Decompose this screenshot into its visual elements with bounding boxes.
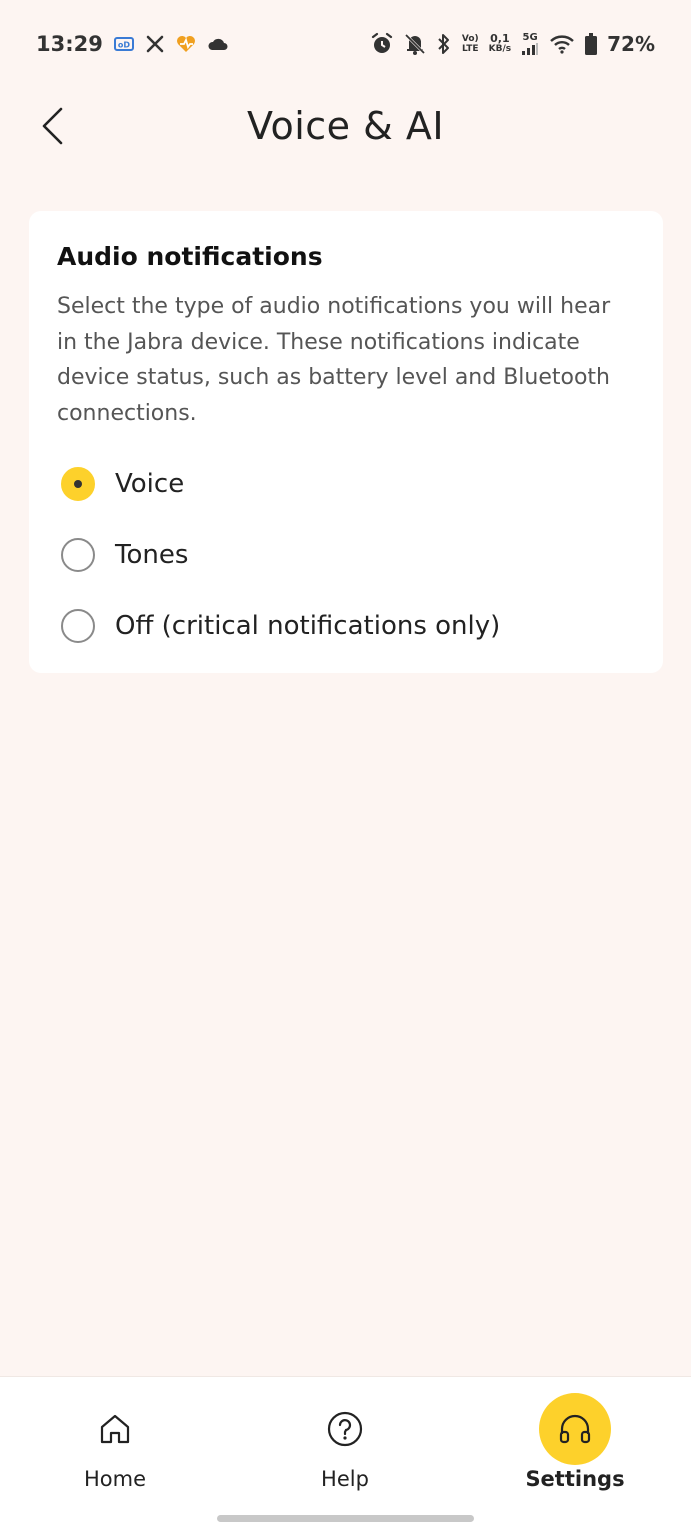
x-app-icon xyxy=(145,34,165,54)
network-speed: 0,1 KB/s xyxy=(488,32,512,54)
radio-dot xyxy=(74,479,82,488)
alarm-icon xyxy=(370,32,394,56)
chevron-left-icon xyxy=(42,107,63,145)
card-title: Audio notifications xyxy=(57,242,323,271)
mute-bell-icon xyxy=(404,32,426,56)
bottom-nav: Home Help Settings xyxy=(0,1376,691,1536)
help-icon xyxy=(309,1393,381,1465)
notification-options: Voice Tones Off (critical notifications … xyxy=(57,448,635,661)
bluetooth-icon xyxy=(436,32,452,56)
radio-off[interactable] xyxy=(61,608,95,643)
status-right: Vo) LTE 0,1 KB/s 5G 72% xyxy=(370,32,655,56)
nav-label-help: Help xyxy=(321,1467,369,1491)
wifi-icon xyxy=(549,33,575,55)
nav-label-settings: Settings xyxy=(525,1467,625,1491)
heart-app-icon xyxy=(175,34,197,54)
nav-label-home: Home xyxy=(83,1467,146,1491)
option-voice[interactable]: Voice xyxy=(57,448,635,519)
cloud-icon xyxy=(207,35,229,53)
option-label: Off (critical notifications only) xyxy=(115,610,501,641)
card-description: Select the type of audio notifications y… xyxy=(57,294,611,426)
option-label: Tones xyxy=(115,539,189,570)
nav-item-home[interactable]: Home xyxy=(35,1377,195,1497)
radio-voice[interactable] xyxy=(61,466,95,501)
radio-tones[interactable] xyxy=(61,537,95,572)
battery-icon xyxy=(585,33,598,55)
headphones-icon xyxy=(539,1393,611,1465)
status-bar: 13:29 oD Vo) LTE 0,1 KB/s 5G 72% xyxy=(0,0,691,88)
nav-item-settings[interactable]: Settings xyxy=(495,1377,655,1497)
status-time: 13:29 xyxy=(36,32,103,56)
option-off[interactable]: Off (critical notifications only) xyxy=(57,590,635,661)
signal-bars-icon xyxy=(522,43,539,55)
back-button[interactable] xyxy=(30,104,74,148)
page-header: Voice & AI xyxy=(0,88,691,164)
nav-item-help[interactable]: Help xyxy=(265,1377,425,1497)
home-icon xyxy=(79,1393,151,1465)
cell-signal: 5G xyxy=(521,33,539,55)
svg-text:oD: oD xyxy=(118,41,130,50)
status-left: 13:29 oD xyxy=(36,32,229,56)
volte-indicator: Vo) LTE xyxy=(461,34,479,54)
option-tones[interactable]: Tones xyxy=(57,519,635,590)
page-title: Voice & AI xyxy=(246,104,445,148)
option-label: Voice xyxy=(115,468,185,499)
battery-percent: 72% xyxy=(607,32,655,56)
home-indicator[interactable] xyxy=(217,1515,474,1522)
audio-notifications-card: Audio notifications Select the type of a… xyxy=(29,211,663,673)
cast-icon: oD xyxy=(113,35,135,53)
